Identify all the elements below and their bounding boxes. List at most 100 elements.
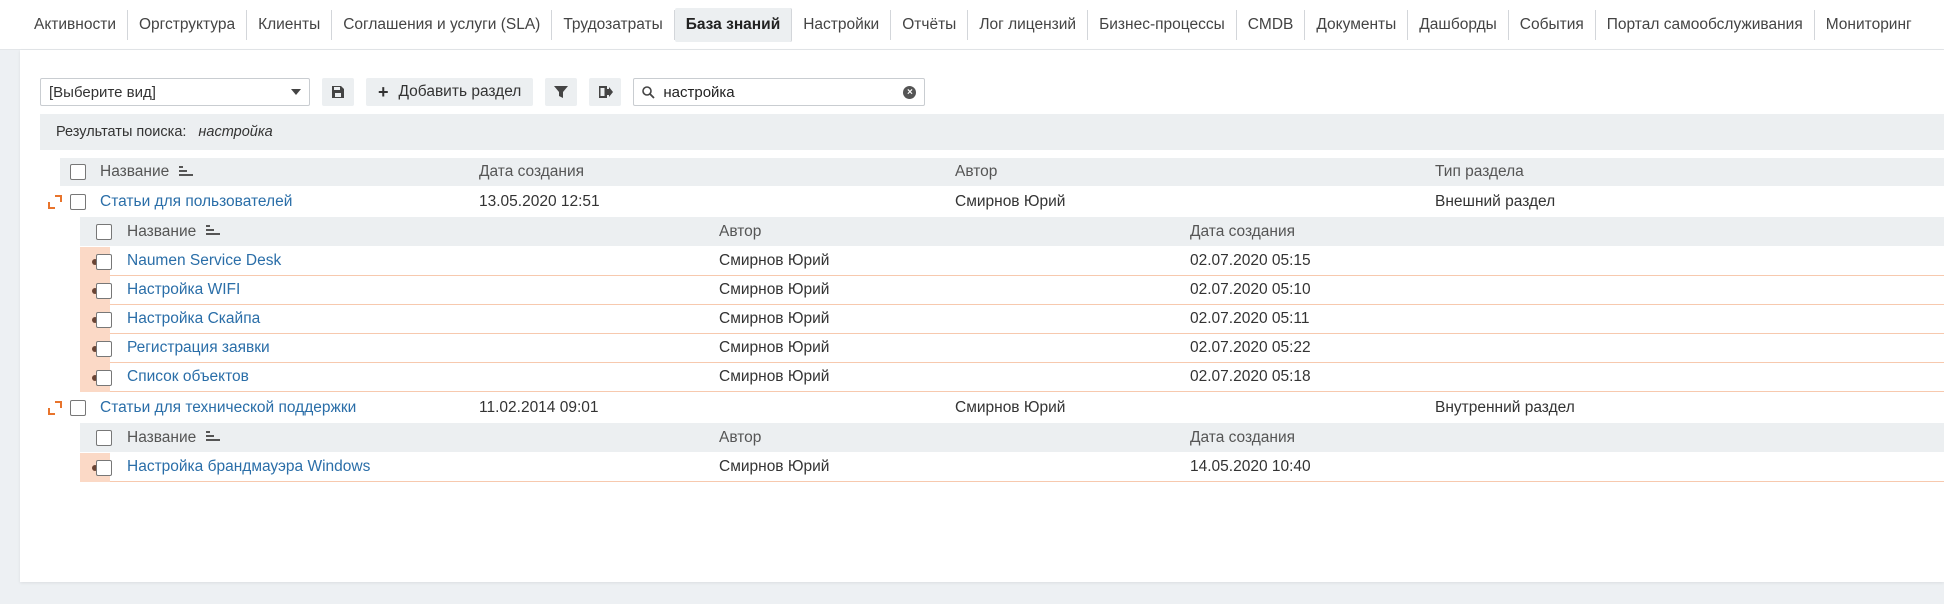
section-name-link[interactable]: Статьи для технической поддержки xyxy=(100,399,356,417)
section-row: Статьи для пользователей 13.05.2020 12:51… xyxy=(40,187,1944,216)
plus-icon: + xyxy=(378,82,389,102)
search-input[interactable]: настройка × xyxy=(633,78,926,106)
tab-6[interactable]: Настройки xyxy=(792,10,892,40)
child-header-author: Автор xyxy=(719,222,762,240)
child-table-header: Название Автор Дата создания xyxy=(80,217,1944,246)
article-created: 02.07.2020 05:18 xyxy=(1190,368,1311,385)
article-row: Настройка Скайпа Смирнов Юрий 02.07.2020 0… xyxy=(80,305,1944,334)
tab-8[interactable]: Лог лицензий xyxy=(968,10,1089,40)
article-author: Смирнов Юрий xyxy=(719,458,830,475)
row-checkbox[interactable] xyxy=(70,193,86,210)
section-row: Статьи для технической поддержки 11.02.20… xyxy=(40,393,1944,422)
article-row: Регистрация заявки Смирнов Юрий 02.07.2020… xyxy=(80,334,1944,363)
child-table-header: Название Автор Дата создания xyxy=(80,423,1944,452)
tab-1[interactable]: Оргструктура xyxy=(128,10,248,40)
add-section-button[interactable]: + Добавить раздел xyxy=(366,78,534,106)
article-name-link[interactable]: Настройка Скайпа xyxy=(127,310,260,328)
table-header: Название Дата создания Автор Тип раздела xyxy=(60,158,1944,186)
tab-15[interactable]: Мониторинг xyxy=(1815,10,1923,40)
tab-5[interactable]: База знаний xyxy=(674,8,793,42)
expand-icon[interactable] xyxy=(48,401,62,415)
row-checkbox[interactable] xyxy=(70,164,86,180)
export-button[interactable] xyxy=(589,78,622,106)
article-created: 14.05.2020 10:40 xyxy=(1190,458,1311,475)
save-view-button[interactable] xyxy=(322,78,354,106)
tab-3[interactable]: Соглашения и услуги (SLA) xyxy=(332,10,553,40)
clear-search-icon[interactable]: × xyxy=(903,85,917,99)
child-header-name-label: Название xyxy=(127,222,197,240)
tab-7[interactable]: Отчёты xyxy=(891,10,969,40)
header-name-label: Название xyxy=(100,163,170,180)
article-name-link[interactable]: Регистрация заявки xyxy=(127,339,270,357)
filter-icon xyxy=(554,86,569,98)
row-checkbox[interactable] xyxy=(96,282,112,299)
section-type: Внутренний раздел xyxy=(1435,398,1575,416)
filter-button[interactable] xyxy=(545,78,578,106)
article-created: 02.07.2020 05:11 xyxy=(1190,310,1310,327)
tab-4[interactable]: Трудозатраты xyxy=(552,10,675,40)
nav-tabs: Активности Оргструктура Клиенты Соглашения … xyxy=(0,0,1944,50)
article-name-link[interactable]: Список объектов xyxy=(127,368,249,386)
section-created: 13.05.2020 12:51 xyxy=(479,192,600,210)
article-author: Смирнов Юрий xyxy=(719,281,830,298)
section-created: 11.02.2014 09:01 xyxy=(479,398,599,416)
row-checkbox[interactable] xyxy=(96,429,112,446)
sort-icon[interactable] xyxy=(179,165,194,178)
section-type: Внешний раздел xyxy=(1435,192,1556,210)
section-name-link[interactable]: Статьи для пользователей xyxy=(100,193,292,211)
row-checkbox[interactable] xyxy=(96,459,112,476)
article-author: Смирнов Юрий xyxy=(719,252,830,269)
article-created: 02.07.2020 05:22 xyxy=(1190,339,1311,356)
tab-11[interactable]: Документы xyxy=(1305,10,1409,40)
article-name-link[interactable]: Настройка WIFI xyxy=(127,281,240,299)
header-type: Тип раздела xyxy=(1435,163,1524,180)
knowledge-base-panel: [Выберите вид] + Добавить раздел настрой… xyxy=(20,50,1944,582)
header-author: Автор xyxy=(955,163,998,180)
row-checkbox[interactable] xyxy=(96,340,112,357)
child-header-name[interactable]: Название xyxy=(127,428,221,447)
row-checkbox[interactable] xyxy=(70,399,86,416)
row-checkbox[interactable] xyxy=(96,253,112,270)
article-row: Настройка WIFI Смирнов Юрий 02.07.2020 05:… xyxy=(80,276,1944,305)
article-row: Список объектов Смирнов Юрий 02.07.2020 05… xyxy=(80,363,1944,392)
chevron-down-icon xyxy=(291,89,301,95)
article-name-link[interactable]: Naumen Service Desk xyxy=(127,252,281,270)
sort-icon[interactable] xyxy=(206,431,221,443)
article-row: Настройка брандмауэра Windows Смирнов Юри… xyxy=(80,453,1944,482)
tab-13[interactable]: События xyxy=(1509,10,1596,40)
article-name-link[interactable]: Настройка брандмауэра Windows xyxy=(127,458,370,476)
article-author: Смирнов Юрий xyxy=(719,339,830,356)
tab-0[interactable]: Активности xyxy=(24,10,128,40)
tab-12[interactable]: Дашборды xyxy=(1408,10,1509,40)
view-select[interactable]: [Выберите вид] xyxy=(40,78,310,106)
header-created: Дата создания xyxy=(479,163,585,180)
save-icon xyxy=(332,86,344,98)
add-section-label: Добавить раздел xyxy=(398,83,522,100)
article-created: 02.07.2020 05:15 xyxy=(1190,252,1311,269)
row-checkbox[interactable] xyxy=(96,223,112,240)
section-author: Смирнов Юрий xyxy=(955,398,1066,416)
article-row: Naumen Service Desk Смирнов Юрий 02.07.202… xyxy=(80,247,1944,276)
sort-icon[interactable] xyxy=(206,225,221,237)
search-icon xyxy=(642,85,655,99)
tab-9[interactable]: Бизнес-процессы xyxy=(1088,10,1237,40)
expand-icon[interactable] xyxy=(48,195,62,209)
search-results-query: настройка xyxy=(198,124,273,140)
tab-10[interactable]: CMDB xyxy=(1237,10,1306,40)
child-header-author: Автор xyxy=(719,428,762,446)
toolbar: [Выберите вид] + Добавить раздел настрой… xyxy=(40,78,926,106)
article-author: Смирнов Юрий xyxy=(719,368,830,385)
search-results-bar: Результаты поиска: настройка xyxy=(40,114,1944,150)
child-header-created: Дата создания xyxy=(1190,428,1296,446)
top-navigation: Активности Оргструктура Клиенты Соглашения … xyxy=(0,0,1944,50)
child-header-name[interactable]: Название xyxy=(127,222,221,241)
header-name[interactable]: Название xyxy=(100,163,194,181)
tab-2[interactable]: Клиенты xyxy=(247,10,333,40)
view-select-value: [Выберите вид] xyxy=(49,83,156,101)
article-author: Смирнов Юрий xyxy=(719,310,830,327)
row-checkbox[interactable] xyxy=(96,369,112,386)
tab-14[interactable]: Портал самообслуживания xyxy=(1596,10,1815,40)
search-value: настройка xyxy=(663,83,735,101)
row-checkbox[interactable] xyxy=(96,311,112,328)
child-header-name-label: Название xyxy=(127,428,197,446)
